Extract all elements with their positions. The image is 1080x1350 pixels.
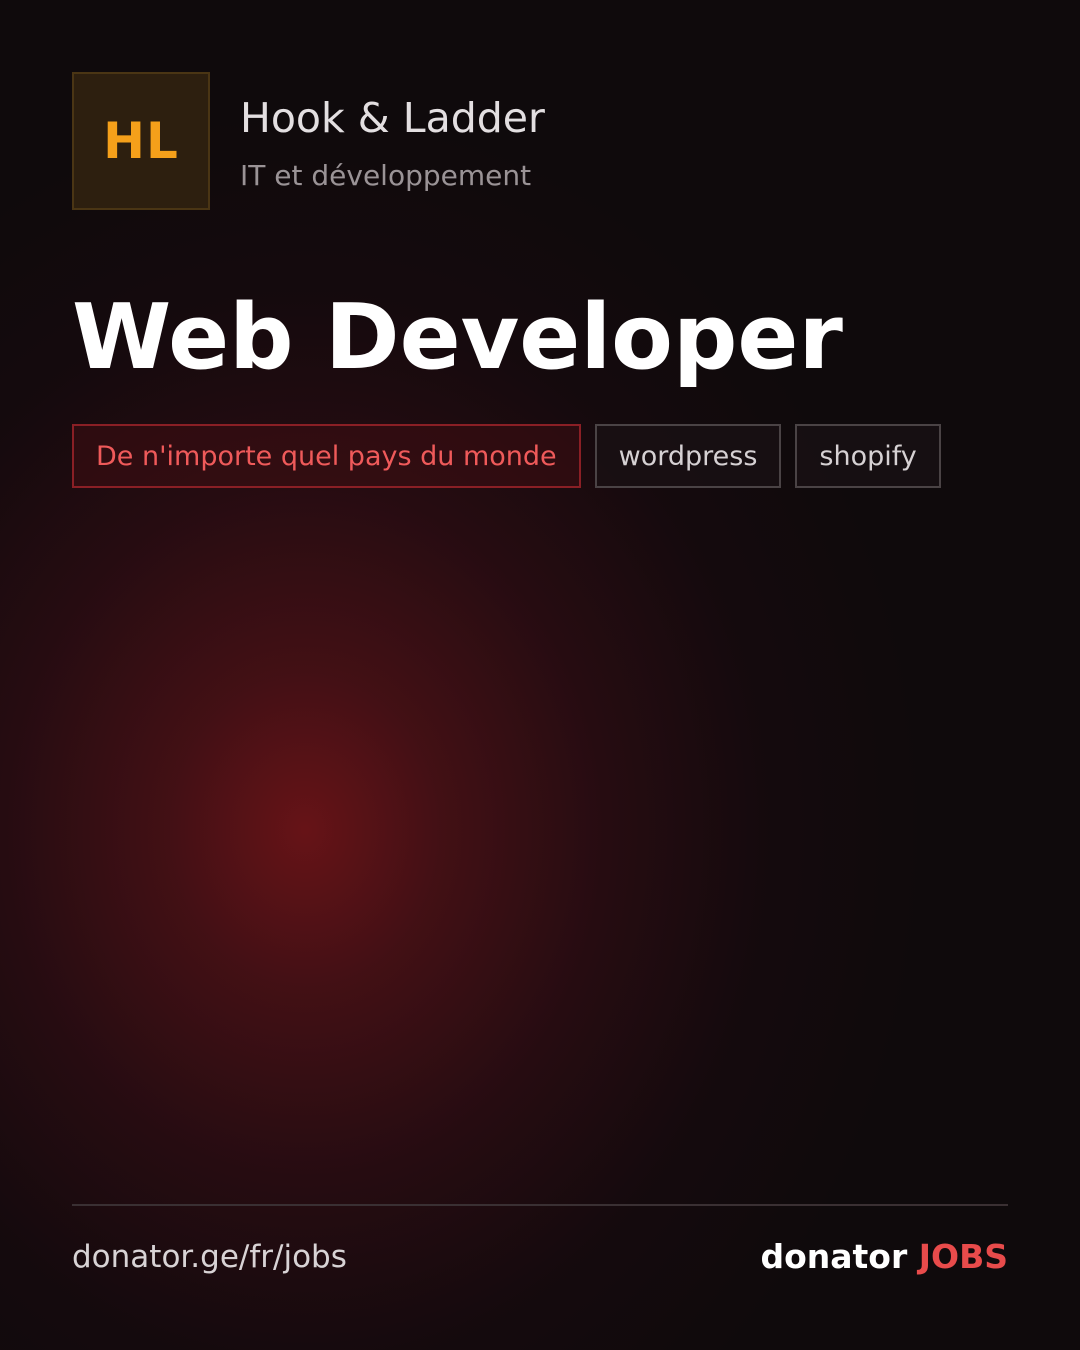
- footer-divider: [72, 1204, 1008, 1206]
- tag-skill-shopify: shopify: [795, 424, 941, 488]
- site-url: donator.ge/fr/jobs: [72, 1239, 347, 1275]
- tag-location: De n'importe quel pays du monde: [72, 424, 581, 488]
- tag-list: De n'importe quel pays du monde wordpres…: [72, 424, 941, 488]
- company-initials: HL: [103, 112, 179, 170]
- tag-skill-wordpress: wordpress: [594, 424, 782, 488]
- brand-name: donator: [760, 1237, 908, 1276]
- job-title: Web Developer: [72, 285, 843, 390]
- brand-logo: donator JOBS: [760, 1235, 1008, 1279]
- company-logo: HL: [72, 72, 210, 210]
- brand-jobs: JOBS: [918, 1237, 1008, 1276]
- company-name: Hook & Ladder: [240, 94, 545, 142]
- company-sector: IT et développement: [240, 159, 532, 192]
